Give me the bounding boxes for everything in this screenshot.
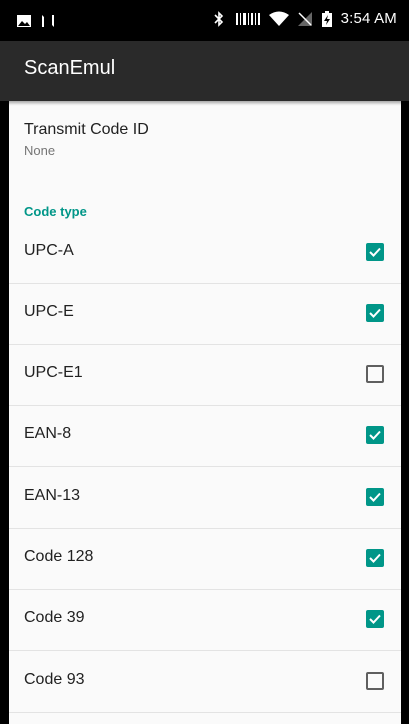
status-right-icons: 3:54 AM <box>211 10 397 27</box>
row-divider <box>9 712 401 713</box>
wifi-icon <box>268 11 289 26</box>
checkmark-icon <box>369 492 381 502</box>
code-type-label: EAN-8 <box>24 425 72 442</box>
barcode-icon <box>235 12 260 25</box>
code-type-row-upc-a[interactable]: UPC-A <box>9 223 401 284</box>
app-bar: ScanEmul <box>0 41 409 101</box>
preferences-list: Transmit Code ID None Code type UPC-A UP… <box>9 101 401 724</box>
status-time: 3:54 AM <box>340 10 397 27</box>
no-sim-icon <box>297 11 312 26</box>
row-divider <box>9 466 401 467</box>
checkbox-unchecked[interactable] <box>366 672 384 690</box>
checkmark-icon <box>369 430 381 440</box>
code-type-row-upc-e1[interactable]: UPC-E1 <box>9 345 401 406</box>
transmit-code-id-summary: None <box>24 143 56 158</box>
nfc-icon <box>42 15 54 27</box>
code-type-category: Code type <box>24 204 87 219</box>
status-left-icons <box>16 13 56 29</box>
code-type-label: UPC-A <box>24 242 74 259</box>
checkbox-checked[interactable] <box>366 243 384 261</box>
checkmark-icon <box>369 553 381 563</box>
checkmark-icon <box>369 247 381 257</box>
checkbox-checked[interactable] <box>366 549 384 567</box>
code-type-row-ean-8[interactable]: EAN-8 <box>9 406 401 467</box>
code-type-row-ean-13[interactable]: EAN-13 <box>9 468 401 529</box>
checkbox-checked[interactable] <box>366 304 384 322</box>
battery-charging-icon <box>321 10 332 27</box>
transmit-code-id-preference[interactable]: Transmit Code ID None <box>24 121 149 158</box>
code-type-label: Code 128 <box>24 548 94 565</box>
code-type-row-upc-e[interactable]: UPC-E <box>9 284 401 345</box>
gallery-icon <box>17 15 31 27</box>
code-type-label: UPC-E <box>24 303 74 320</box>
app-title: ScanEmul <box>24 57 116 79</box>
checkbox-checked[interactable] <box>366 610 384 628</box>
device-screen: 3:54 AM ScanEmul Transmit Code ID None C… <box>0 0 409 724</box>
status-bar: 3:54 AM <box>0 0 409 41</box>
transmit-code-id-title: Transmit Code ID <box>24 121 149 138</box>
code-type-label: UPC-E1 <box>24 364 83 381</box>
checkbox-unchecked[interactable] <box>366 365 384 383</box>
code-type-label: Code 93 <box>24 671 85 688</box>
code-type-label: EAN-13 <box>24 487 81 504</box>
checkbox-checked[interactable] <box>366 426 384 444</box>
code-type-row-code-128[interactable]: Code 128 <box>9 529 401 590</box>
row-divider <box>9 650 401 651</box>
code-type-row-code-39[interactable]: Code 39 <box>9 590 401 651</box>
bluetooth-icon <box>213 10 223 27</box>
checkmark-icon <box>369 614 381 624</box>
code-type-label: Code 39 <box>24 609 85 626</box>
code-type-row-code-93[interactable]: Code 93 <box>9 652 401 713</box>
checkbox-checked[interactable] <box>366 488 384 506</box>
checkmark-icon <box>369 308 381 318</box>
